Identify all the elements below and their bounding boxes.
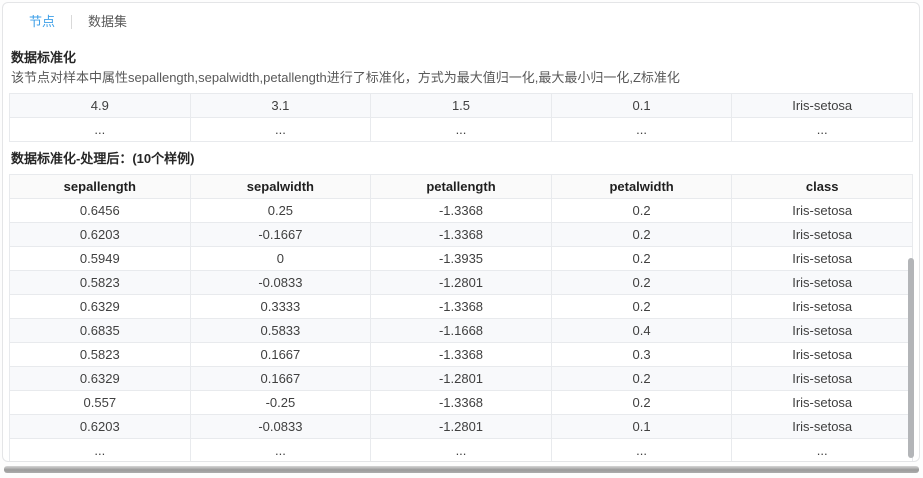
table-cell: 0.4 [551, 319, 732, 343]
table-cell: 0.6203 [10, 223, 191, 247]
table-cell: Iris-setosa [732, 247, 913, 271]
table-row: 0.58230.1667-1.33680.3Iris-setosa [10, 343, 913, 367]
table-cell: Iris-setosa [732, 415, 913, 439]
table-cell: 3.1 [190, 94, 371, 118]
table-cell: Iris-setosa [732, 223, 913, 247]
table-cell: 0.1 [551, 415, 732, 439]
table-cell: ... [190, 118, 371, 142]
table-row: 0.64560.25-1.33680.2Iris-setosa [10, 199, 913, 223]
table-cell: -1.2801 [371, 271, 552, 295]
table-cell: Iris-setosa [732, 391, 913, 415]
horizontal-scrollbar-thumb[interactable] [4, 466, 919, 473]
table-cell: -0.0833 [190, 271, 371, 295]
column-header: petallength [371, 175, 552, 199]
table-row: 0.557-0.25-1.33680.2Iris-setosa [10, 391, 913, 415]
column-header: sepalwidth [190, 175, 371, 199]
table-cell: -1.1668 [371, 319, 552, 343]
table-row: 0.5823-0.0833-1.28010.2Iris-setosa [10, 271, 913, 295]
table-cell: 0.5949 [10, 247, 191, 271]
table-cell: 0 [190, 247, 371, 271]
table-cell: ... [10, 439, 191, 463]
table-cell: -1.3935 [371, 247, 552, 271]
table-cell: 0.557 [10, 391, 191, 415]
table-cell: -0.0833 [190, 415, 371, 439]
table-cell: 0.2 [551, 223, 732, 247]
table-cell: ... [551, 118, 732, 142]
table-cell: Iris-setosa [732, 271, 913, 295]
table-cell: ... [732, 118, 913, 142]
normalization-description: 该节点对样本中属性sepallength,sepalwidth,petallen… [11, 70, 911, 86]
table-cell: ... [371, 118, 552, 142]
table-cell: 0.2 [551, 295, 732, 319]
table-cell: ... [10, 118, 191, 142]
table-cell: -1.2801 [371, 415, 552, 439]
table-row: 0.68350.5833-1.16680.4Iris-setosa [10, 319, 913, 343]
vertical-scrollbar-thumb[interactable] [908, 258, 914, 458]
table-cell: 0.2 [551, 391, 732, 415]
processed-output-table: sepallengthsepalwidthpetallengthpetalwid… [9, 174, 913, 462]
table-cell: Iris-setosa [732, 295, 913, 319]
column-header: class [732, 175, 913, 199]
table-cell: Iris-setosa [732, 199, 913, 223]
table-cell: 0.6203 [10, 415, 191, 439]
table-cell: 0.5833 [190, 319, 371, 343]
table-cell: -1.3368 [371, 391, 552, 415]
table-cell: -0.25 [190, 391, 371, 415]
table-cell: -1.3368 [371, 199, 552, 223]
table-cell: Iris-setosa [732, 343, 913, 367]
table-cell: -1.2801 [371, 367, 552, 391]
table-cell: ... [371, 439, 552, 463]
table-row: 0.59490-1.39350.2Iris-setosa [10, 247, 913, 271]
table-row: 0.6203-0.1667-1.33680.2Iris-setosa [10, 223, 913, 247]
table-cell: 0.2 [551, 199, 732, 223]
table-cell: 0.3333 [190, 295, 371, 319]
column-header: petalwidth [551, 175, 732, 199]
column-header: sepallength [10, 175, 191, 199]
table-cell: 0.3 [551, 343, 732, 367]
table-row: ............... [10, 439, 913, 463]
table-cell: 1.5 [371, 94, 552, 118]
table-cell: 0.5823 [10, 343, 191, 367]
table-cell: 0.25 [190, 199, 371, 223]
table-cell: -1.3368 [371, 223, 552, 247]
table-cell: ... [732, 439, 913, 463]
table-cell: 0.2 [551, 247, 732, 271]
table-row: 4.93.11.50.1Iris-setosa [10, 94, 913, 118]
tab-dataset[interactable]: 数据集 [88, 14, 127, 30]
table-row: 0.63290.3333-1.33680.2Iris-setosa [10, 295, 913, 319]
table-cell: 0.6835 [10, 319, 191, 343]
table-cell: 0.2 [551, 367, 732, 391]
table-cell: 0.1 [551, 94, 732, 118]
table-cell: 0.1667 [190, 343, 371, 367]
tab-bar: 节点 数据集 [3, 3, 919, 31]
table-cell: Iris-setosa [732, 94, 913, 118]
table-row: 0.63290.1667-1.28010.2Iris-setosa [10, 367, 913, 391]
table-cell: 0.6329 [10, 367, 191, 391]
tab-node[interactable]: 节点 [29, 14, 55, 30]
table-cell: 0.5823 [10, 271, 191, 295]
table-cell: ... [190, 439, 371, 463]
input-preview-table: 4.93.11.50.1Iris-setosa............... [9, 93, 913, 142]
table-cell: -1.3368 [371, 343, 552, 367]
table-cell: 0.1667 [190, 367, 371, 391]
panel-content: 数据标准化 该节点对样本中属性sepallength,sepalwidth,pe… [3, 50, 919, 462]
section-title-processed: 数据标准化-处理后：(10个样例) [11, 151, 911, 166]
table-cell: Iris-setosa [732, 367, 913, 391]
screen: 节点 数据集 数据标准化 该节点对样本中属性sepallength,sepalw… [0, 0, 923, 478]
table-cell: 0.2 [551, 271, 732, 295]
tab-divider [71, 15, 72, 29]
table-cell: 0.6329 [10, 295, 191, 319]
table-cell: 4.9 [10, 94, 191, 118]
result-panel: 节点 数据集 数据标准化 该节点对样本中属性sepallength,sepalw… [2, 2, 920, 462]
table-cell: Iris-setosa [732, 319, 913, 343]
table-cell: -1.3368 [371, 295, 552, 319]
header-row: sepallengthsepalwidthpetallengthpetalwid… [10, 175, 913, 199]
table-cell: ... [551, 439, 732, 463]
table-cell: 0.6456 [10, 199, 191, 223]
section-title-normalization: 数据标准化 [11, 50, 911, 65]
table-row: 0.6203-0.0833-1.28010.1Iris-setosa [10, 415, 913, 439]
table-cell: -0.1667 [190, 223, 371, 247]
table-row: ............... [10, 118, 913, 142]
